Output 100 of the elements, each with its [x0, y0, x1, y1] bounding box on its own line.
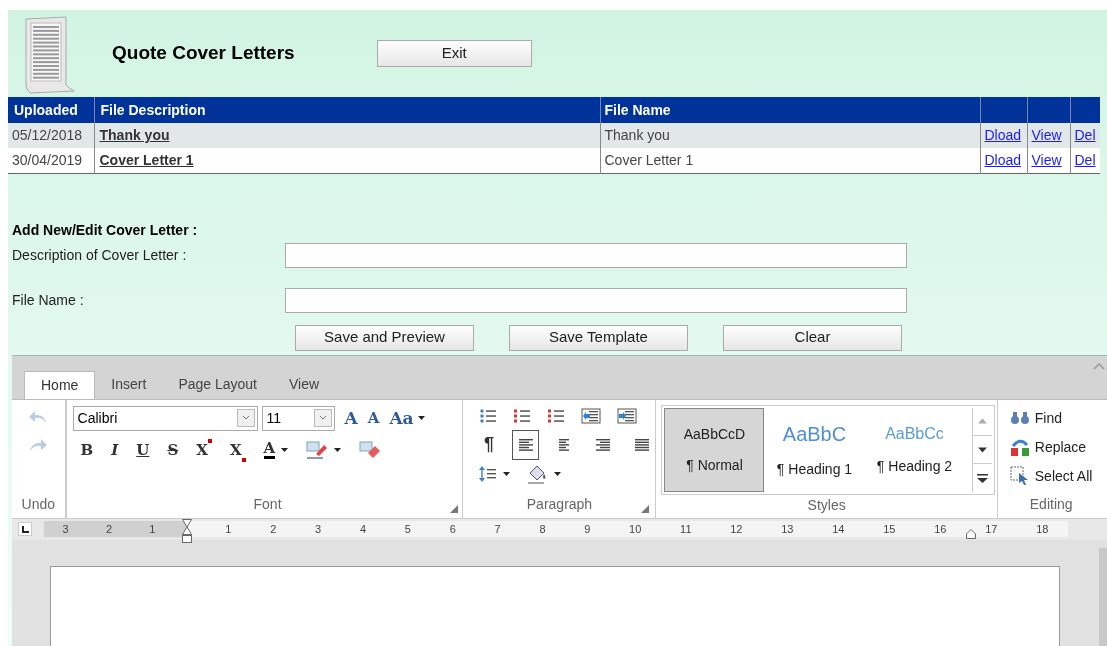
- increase-indent-icon[interactable]: [617, 407, 638, 424]
- superscript-button[interactable]: X: [196, 439, 212, 462]
- font-color-button[interactable]: A: [263, 441, 276, 460]
- caret-icon: [417, 416, 425, 421]
- strikethrough-button[interactable]: S: [167, 439, 179, 462]
- ruler-number: 14: [832, 521, 845, 537]
- replace-button[interactable]: Replace: [1009, 436, 1107, 458]
- action-link[interactable]: View: [1031, 151, 1062, 168]
- tab-stop-selector[interactable]: [18, 522, 32, 536]
- right-indent-marker[interactable]: [966, 529, 976, 539]
- action-link[interactable]: Del: [1074, 127, 1096, 143]
- dialog-launcher-icon[interactable]: [641, 504, 650, 513]
- form-button[interactable]: Clear: [723, 324, 902, 351]
- group-label: Font: [253, 494, 282, 514]
- indent-marker[interactable]: [182, 519, 192, 543]
- field-label: File Name :: [12, 290, 85, 310]
- date-cell: 05/12/2018: [8, 123, 94, 148]
- ruler-number: 3: [62, 521, 69, 537]
- text-field[interactable]: [285, 242, 907, 268]
- action-link[interactable]: View: [1031, 127, 1062, 143]
- ribbon-tab[interactable]: View: [273, 370, 336, 399]
- ruler-number: 18: [1036, 521, 1049, 537]
- line-spacing-icon[interactable]: [479, 464, 498, 483]
- shrink-font-button[interactable]: A: [367, 407, 380, 430]
- action-link[interactable]: Dload: [984, 127, 1022, 143]
- align-right-icon: [594, 436, 613, 453]
- ruler-number: 7: [494, 521, 501, 537]
- ruler-number: 15: [883, 521, 896, 537]
- binoculars-icon: [1009, 411, 1030, 425]
- bullet-list-icon[interactable]: [479, 407, 498, 424]
- superscript-mark-icon: [207, 439, 212, 443]
- ruler-number: 5: [404, 521, 411, 537]
- select-all-button[interactable]: Select All: [1009, 465, 1107, 487]
- file-name-cell: Thank you: [600, 123, 980, 148]
- text-field[interactable]: [285, 287, 907, 313]
- font-name-dropdown[interactable]: Calibri: [72, 405, 258, 431]
- ruler-number: 8: [539, 521, 546, 537]
- italic-button[interactable]: I: [111, 439, 119, 462]
- grow-font-button[interactable]: A: [344, 405, 358, 431]
- multilevel-list-icon[interactable]: [547, 407, 566, 424]
- ruler-number: 4: [359, 521, 367, 537]
- caret-icon: [281, 448, 289, 453]
- font-size-dropdown[interactable]: 11: [261, 405, 335, 431]
- align-left-icon: [516, 436, 535, 453]
- decrease-indent-icon[interactable]: [581, 407, 602, 424]
- ruler-number: 9: [584, 521, 591, 537]
- dialog-launcher-icon[interactable]: [450, 504, 459, 513]
- style-option[interactable]: AaBbCc ¶ Heading 2: [864, 407, 965, 492]
- description-link[interactable]: Cover Letter 1: [99, 151, 194, 168]
- numbered-list-icon[interactable]: [513, 407, 532, 424]
- find-button[interactable]: Find: [1009, 407, 1107, 429]
- ruler-number: 2: [105, 521, 113, 537]
- change-case-button[interactable]: Aa: [389, 405, 414, 431]
- field-label: Description of Cover Letter :: [12, 245, 188, 265]
- description-link[interactable]: Thank you: [99, 127, 170, 143]
- action-link[interactable]: Dload: [984, 151, 1022, 168]
- ruler-number: 3: [315, 521, 322, 537]
- form-button[interactable]: Save and Preview: [295, 324, 474, 351]
- bold-button[interactable]: B: [80, 439, 94, 462]
- ruler-number: 16: [934, 521, 947, 537]
- ribbon-tab[interactable]: Insert: [95, 370, 163, 399]
- column-header: File Name: [600, 97, 980, 123]
- subscript-mark-icon: [241, 457, 246, 462]
- ruler-number: 17: [985, 521, 998, 537]
- file-name-cell: Cover Letter 1: [600, 148, 980, 173]
- select-all-icon: [1009, 466, 1030, 486]
- style-option[interactable]: AaBbC ¶ Heading 1: [764, 407, 865, 492]
- form-button[interactable]: Save Template: [509, 324, 688, 351]
- group-label: Editing: [1029, 494, 1074, 514]
- ruler-number: 11: [680, 521, 692, 537]
- subscript-button[interactable]: X: [229, 439, 246, 462]
- ruler-number: 13: [781, 521, 794, 537]
- align-button[interactable]: [512, 429, 540, 460]
- underline-button[interactable]: U: [136, 439, 150, 462]
- chevron-down-icon: [313, 409, 332, 428]
- group-label: Styles: [807, 495, 846, 515]
- ruler-number: 10: [629, 521, 642, 537]
- replace-icon: [1009, 437, 1030, 457]
- ruler-number: 1: [225, 521, 232, 537]
- chevron-down-icon: [236, 409, 255, 428]
- caret-icon: [554, 471, 562, 476]
- style-option[interactable]: AaBbCcD ¶ Normal: [664, 407, 765, 492]
- tab-stop-icon: [21, 525, 29, 533]
- ruler-number: 2: [270, 521, 277, 537]
- ribbon-tab[interactable]: Home: [24, 370, 96, 399]
- ribbon-tab[interactable]: Page Layout: [162, 370, 273, 399]
- exit-button[interactable]: Exit: [376, 40, 532, 67]
- caret-icon: [503, 471, 511, 476]
- group-label: Undo: [21, 494, 55, 514]
- eraser-icon[interactable]: [359, 440, 382, 461]
- column-header: Uploaded: [8, 97, 94, 123]
- page-title: Quote Cover Letters: [112, 41, 295, 66]
- column-header: File Description: [94, 97, 600, 123]
- show-marks-button[interactable]: ¶: [477, 430, 501, 459]
- align-justify-icon: [633, 436, 652, 453]
- form-heading: Add New/Edit Cover Letter :: [12, 220, 199, 238]
- action-link[interactable]: Del: [1074, 151, 1096, 168]
- highlighter-icon[interactable]: [306, 440, 329, 461]
- group-label: Paragraph: [526, 494, 593, 514]
- caret-icon: [334, 448, 342, 453]
